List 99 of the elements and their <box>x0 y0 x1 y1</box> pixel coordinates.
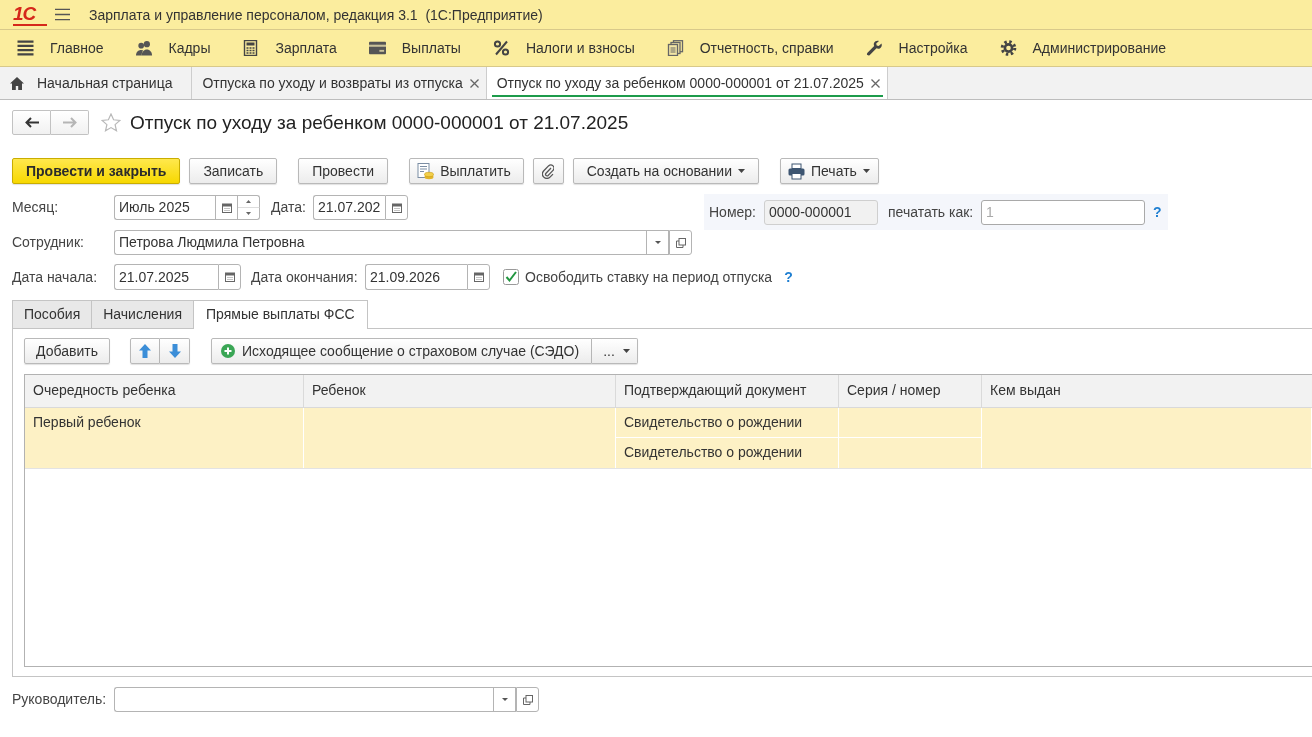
caret-down-icon <box>501 698 508 701</box>
plus-circle-icon <box>221 344 235 358</box>
open-button[interactable] <box>516 687 539 712</box>
table-cell: Свидетельство о рождении <box>616 408 839 438</box>
attach-button[interactable] <box>532 158 564 184</box>
column-header[interactable]: Серия / номер <box>839 375 982 407</box>
table-cell: Первый ребенок <box>25 408 304 468</box>
close-icon[interactable] <box>469 78 479 88</box>
print-button[interactable]: Печать <box>779 158 879 184</box>
arrow-up-icon <box>139 344 151 358</box>
command-button[interactable]: Записать <box>189 158 278 184</box>
command-button[interactable]: Провести <box>298 158 389 184</box>
field-label: Дата начала: <box>12 267 99 287</box>
section-menu-item[interactable]: Настройка <box>865 40 968 56</box>
calendar-icon <box>224 272 235 282</box>
close-icon[interactable] <box>870 78 880 88</box>
menu-icon[interactable] <box>55 8 70 21</box>
section-menu-item[interactable]: Администрирование <box>999 40 1166 56</box>
table-cell: Свидетельство о рождении <box>616 438 839 468</box>
section-menu-item[interactable]: Главное <box>17 40 104 56</box>
window-title: Зарплата и управление персоналом, редакция 3.1 (1С:Предприятие) <box>89 6 543 23</box>
people-icon <box>135 40 153 56</box>
print-as-field[interactable]: 1 <box>981 199 1145 225</box>
calculator-icon <box>242 40 260 56</box>
gear-icon <box>999 40 1017 56</box>
field-label: Номер: <box>709 202 757 222</box>
arrow-right-icon <box>62 117 77 128</box>
checkbox[interactable] <box>503 269 519 285</box>
move-up-button[interactable] <box>130 338 160 364</box>
section-menu-item[interactable]: Кадры <box>135 40 211 56</box>
calendar-button[interactable] <box>215 195 238 220</box>
manager-field[interactable] <box>114 687 493 712</box>
open-button[interactable] <box>669 230 692 255</box>
form-tab[interactable]: Начисления <box>91 300 193 328</box>
column-header[interactable]: Подтверждающий документ <box>616 375 839 407</box>
create-based-on-button[interactable]: Создать на основании <box>572 158 759 184</box>
form-tab[interactable]: Прямые выплаты ФСС <box>193 300 368 329</box>
pay-button[interactable]: Выплатить <box>409 158 524 184</box>
document-title: Отпуск по уходу за ребенком 0000-000001 от 21.07.2025 <box>130 111 629 134</box>
column-header[interactable]: Очередность ребенка <box>25 375 304 407</box>
field-label: Дата окончания: <box>251 267 359 287</box>
more-button[interactable]: ... <box>592 338 638 364</box>
page-tab[interactable]: Отпуска по уходу и возвраты из отпуска <box>192 67 487 99</box>
arrow-left-icon <box>24 117 39 128</box>
percent-icon <box>492 40 510 56</box>
table-row[interactable]: Первый ребенок Свидетельство о рождении Свидетельство о рождении <box>25 408 1312 469</box>
add-button[interactable]: Добавить <box>24 338 110 364</box>
wrench-icon <box>865 40 883 56</box>
end-date-field[interactable]: 21.09.2026 <box>365 264 467 290</box>
app-logo: 1С <box>13 3 47 26</box>
checkbox-label[interactable]: Освободить ставку на период отпуска <box>525 264 773 290</box>
help-button[interactable]: ? <box>784 264 793 290</box>
page-tab[interactable]: Отпуск по уходу за ребенком 0000-000001 от 21.07.2025 <box>486 67 888 99</box>
back-button[interactable] <box>12 110 51 135</box>
column-header[interactable]: Кем выдан <box>982 375 1312 407</box>
section-menu-item[interactable]: Выплаты <box>368 40 461 56</box>
documents-icon <box>666 40 684 56</box>
card-icon <box>368 40 386 56</box>
open-window-icon <box>675 237 686 248</box>
calendar-icon <box>391 202 402 213</box>
open-window-icon <box>522 694 533 705</box>
field-label: Сотрудник: <box>12 233 85 252</box>
caret-icon <box>622 349 630 353</box>
field-label: Руководитель: <box>12 690 108 709</box>
employee-field[interactable]: Петрова Людмила Петровна <box>114 230 646 255</box>
increase-button[interactable] <box>238 195 260 208</box>
section-menu-item[interactable]: Отчетность, справки <box>666 40 834 56</box>
list-icon <box>17 40 34 56</box>
caret-icon <box>737 169 745 173</box>
calendar-button[interactable] <box>385 195 408 220</box>
column-header[interactable]: Ребенок <box>304 375 616 407</box>
form-tab[interactable]: Пособия <box>12 300 92 328</box>
help-button[interactable]: ? <box>1153 199 1162 225</box>
paperclip-icon <box>542 163 555 179</box>
page-tab[interactable]: Начальная страница <box>0 67 193 99</box>
printer-icon <box>787 162 805 180</box>
date-field[interactable]: 21.07.202 <box>313 195 385 220</box>
field-label: Месяц: <box>12 198 60 217</box>
calendar-button[interactable] <box>467 264 490 290</box>
start-date-field[interactable]: 21.07.2025 <box>114 264 218 290</box>
move-down-button[interactable] <box>160 338 190 364</box>
caret-down-icon <box>246 211 251 215</box>
home-icon <box>10 76 24 90</box>
month-field[interactable]: Июль 2025 <box>114 195 215 220</box>
star-icon[interactable] <box>101 113 121 132</box>
sedo-message-button[interactable]: Исходящее сообщение о страховом случае (СЭДО) <box>211 338 593 364</box>
field-label: печатать как: <box>888 202 975 222</box>
section-menu-item[interactable]: Зарплата <box>242 40 337 56</box>
section-menu-item[interactable]: Налоги и взносы <box>492 40 635 56</box>
field-label: Дата: <box>271 198 307 217</box>
document-coins-icon <box>417 162 435 180</box>
caret-down-icon <box>654 241 661 244</box>
post-and-close-button[interactable]: Провести и закрыть <box>12 158 181 184</box>
calendar-icon <box>473 272 484 282</box>
calendar-icon <box>221 202 232 213</box>
calendar-button[interactable] <box>218 264 241 290</box>
caret-icon <box>862 169 870 173</box>
caret-up-icon <box>246 199 251 203</box>
arrow-down-icon <box>168 344 181 358</box>
